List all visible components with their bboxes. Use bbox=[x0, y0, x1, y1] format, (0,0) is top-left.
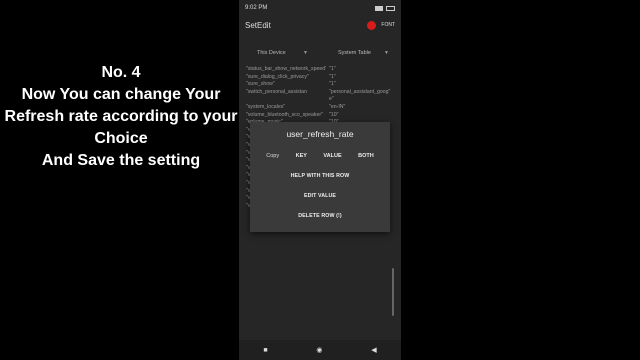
setting-value: "personal_assistant_goog" bbox=[329, 88, 391, 95]
copy-label: Copy bbox=[266, 153, 280, 159]
setting-value: "10" bbox=[329, 111, 339, 118]
setting-value: "1" bbox=[329, 81, 336, 88]
dialog-title: user_refresh_rate bbox=[286, 129, 354, 139]
table-dropdown[interactable]: System Table ▼ bbox=[320, 46, 401, 60]
battery-icon bbox=[386, 5, 395, 11]
caption-line: No. 4 bbox=[101, 64, 141, 81]
font-button[interactable]: FONT bbox=[381, 22, 395, 28]
app-title: SetEdit bbox=[245, 20, 271, 30]
caption-line: Now You can change Your bbox=[21, 86, 221, 103]
square-icon[interactable]: ■ bbox=[263, 347, 267, 354]
setting-key: "switch_personal_assistan bbox=[246, 88, 307, 95]
device-dropdown-label: This Device bbox=[257, 50, 286, 56]
settings-row[interactable]: e" bbox=[246, 96, 396, 104]
settings-row[interactable]: "status_bar_show_network_speed" "1" bbox=[246, 66, 396, 74]
chevron-down-icon: ▼ bbox=[384, 50, 389, 56]
copy-options: Copy KEY VALUE BOTH bbox=[250, 153, 390, 159]
app-bar: SetEdit FONT bbox=[239, 16, 401, 34]
device-dropdown[interactable]: This Device ▼ bbox=[239, 46, 320, 60]
signal-icon bbox=[375, 5, 383, 11]
settings-row[interactable]: "volume_bluetooth_sco_speaker" "10" bbox=[246, 112, 396, 120]
status-time: 9:02 PM bbox=[245, 5, 268, 11]
table-selectors: This Device ▼ System Table ▼ bbox=[239, 46, 401, 60]
setting-key: "status_bar_show_network_speed" bbox=[246, 66, 326, 72]
help-button[interactable]: HELP WITH THIS ROW bbox=[250, 173, 390, 179]
chevron-down-icon: ▼ bbox=[303, 50, 308, 56]
caption-line: Refresh rate according to your bbox=[4, 108, 238, 125]
row-options-dialog: user_refresh_rate Copy KEY VALUE BOTH HE… bbox=[250, 122, 390, 232]
setting-value: "en-IN" bbox=[329, 103, 346, 110]
setting-value: "1" bbox=[329, 73, 336, 80]
setting-value: e" bbox=[329, 96, 334, 103]
scrollbar[interactable] bbox=[392, 268, 394, 316]
caption-line: And Save the setting bbox=[41, 152, 201, 169]
settings-row[interactable]: "sure_dialog_click_privacy" "1" bbox=[246, 74, 396, 82]
record-icon[interactable] bbox=[367, 20, 377, 30]
status-bar: 9:02 PM bbox=[239, 0, 401, 16]
nav-bar: ■ ◉ ◀ bbox=[239, 340, 401, 360]
setting-key: "sure_dialog_click_privacy" bbox=[246, 73, 309, 80]
table-dropdown-label: System Table bbox=[338, 50, 371, 56]
setting-key: "system_locales" bbox=[246, 103, 286, 110]
delete-row-button[interactable]: DELETE ROW (!) bbox=[250, 213, 390, 219]
copy-both-button[interactable]: BOTH bbox=[358, 153, 374, 159]
edit-value-button[interactable]: EDIT VALUE bbox=[250, 193, 390, 199]
circle-icon[interactable]: ◉ bbox=[316, 346, 322, 354]
copy-key-button[interactable]: KEY bbox=[296, 153, 307, 159]
back-icon[interactable]: ◀ bbox=[371, 346, 376, 354]
tutorial-caption: No. 4 Now You can change Your Refresh ra… bbox=[0, 62, 242, 172]
setting-key: "sure_show" bbox=[246, 81, 275, 88]
settings-row[interactable]: "switch_personal_assistan "personal_assis… bbox=[246, 89, 396, 97]
caption-line: Choice bbox=[94, 130, 148, 147]
setting-value: "1" bbox=[329, 66, 336, 72]
settings-row[interactable]: "sure_show" "1" bbox=[246, 81, 396, 89]
setting-key: "volume_bluetooth_sco_speaker" bbox=[246, 111, 323, 118]
status-icons bbox=[375, 5, 395, 11]
copy-value-button[interactable]: VALUE bbox=[323, 153, 341, 159]
appbar-actions: FONT bbox=[367, 20, 395, 30]
setting-key bbox=[246, 96, 326, 104]
settings-row[interactable]: "system_locales" "en-IN" bbox=[246, 104, 396, 112]
